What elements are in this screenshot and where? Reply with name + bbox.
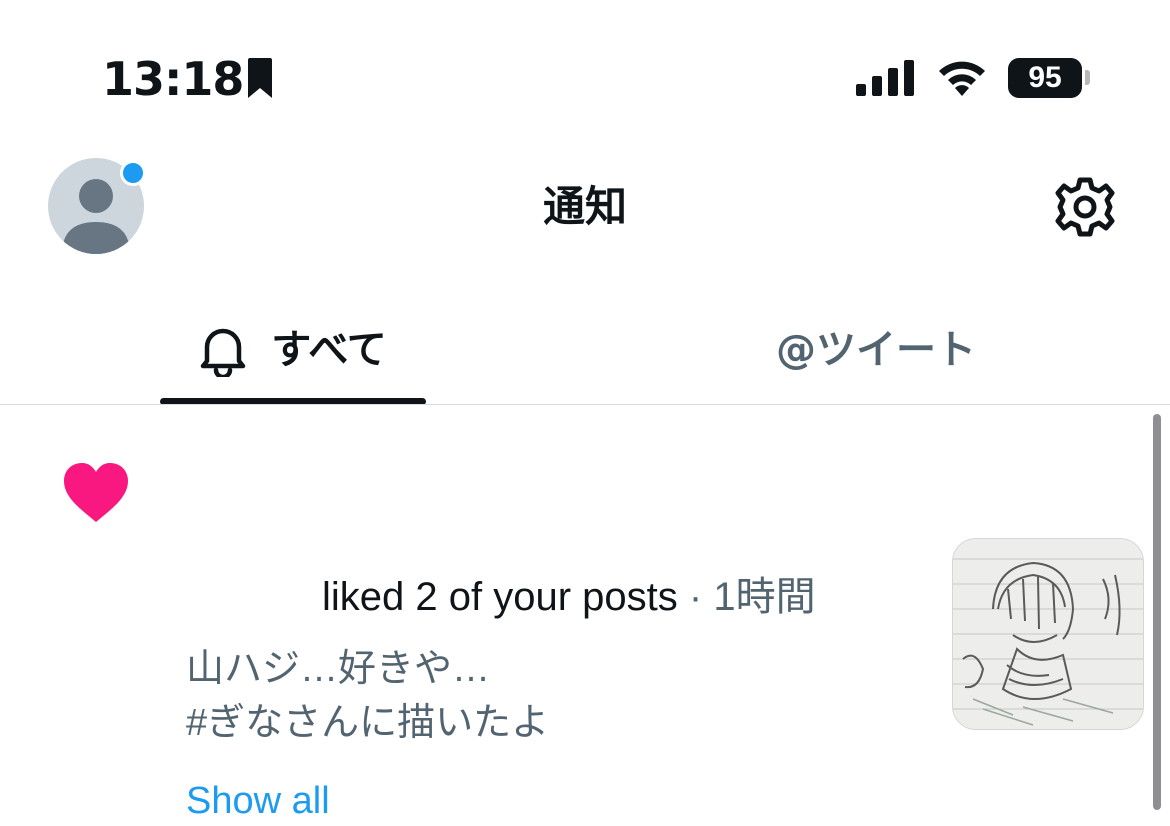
wifi-icon [939, 61, 985, 96]
tab-mentions-label: @ツイート [776, 327, 976, 373]
tab-all-label: すべて [271, 327, 387, 373]
tab-all[interactable]: すべて [160, 300, 426, 400]
signal-icon [856, 60, 914, 96]
notification-separator: · [688, 575, 703, 619]
show-all-link[interactable]: Show all [186, 776, 330, 826]
heart-icon [64, 463, 128, 522]
status-time: 13:18 [102, 52, 244, 106]
notification-summary[interactable]: liked 2 of your posts · 1時間 [186, 572, 816, 622]
tabs-divider [0, 404, 1170, 405]
scrollbar[interactable] [1153, 414, 1161, 810]
notification-action: liked 2 of your posts [322, 575, 678, 619]
sketch-image [953, 539, 1143, 729]
tab-mentions[interactable]: @ツイート [726, 300, 1026, 400]
gear-icon[interactable] [1052, 174, 1118, 240]
battery-icon: 95 [1008, 58, 1082, 98]
post-thumbnail[interactable] [952, 538, 1144, 730]
post-hashtag[interactable]: #ぎなさんに描いたよ [186, 698, 549, 748]
page-title: 通知 [542, 182, 627, 231]
bookmark-icon [248, 58, 272, 98]
battery-cap [1085, 70, 1090, 85]
notification-time: 1時間 [713, 575, 816, 619]
post-text-line: 山ハジ…好きや… [186, 648, 491, 690]
bell-icon [200, 328, 246, 377]
